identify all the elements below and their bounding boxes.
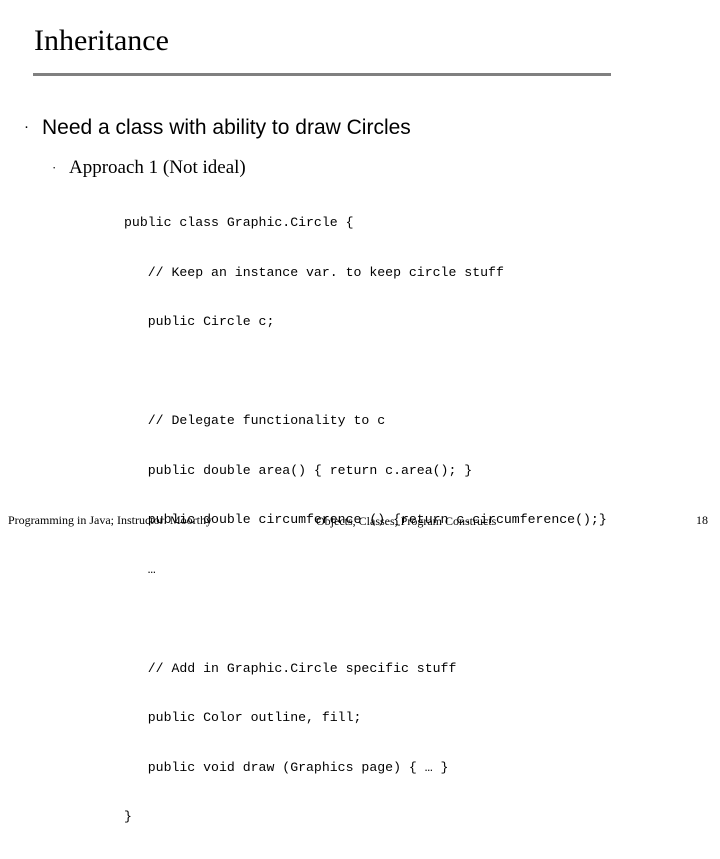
code-line: public Circle c; xyxy=(124,314,275,329)
code-line: } xyxy=(124,809,132,824)
code-line: public Color outline, fill; xyxy=(124,710,362,725)
code-line: public void draw (Graphics page) { … } xyxy=(124,759,449,775)
footer-center-text: Objects, Classes, Program Constructs xyxy=(316,514,497,528)
slide-canvas: Inheritance · Need a class with ability … xyxy=(0,0,720,824)
bullet-marker-icon: · xyxy=(52,160,57,175)
code-line: // Delegate functionality to c xyxy=(124,413,386,428)
slide-number: 18 xyxy=(696,513,708,527)
bullet-level2: · Approach 1 (Not ideal) xyxy=(52,155,682,181)
bullet-level1-label: Need a class with ability to draw Circle… xyxy=(42,116,411,139)
footer-left-text: Programming in Java; Instructor: Moorthy xyxy=(8,513,212,527)
code-line: public double area() { return c.area(); … xyxy=(124,462,473,478)
code-line: // Keep an instance var. to keep circle … xyxy=(124,264,504,280)
bullet-marker-icon: · xyxy=(24,120,29,136)
code-line: … xyxy=(124,561,156,577)
code-line: // Add in Graphic.Circle specific stuff xyxy=(124,660,457,676)
bullet-level1: · Need a class with ability to draw Circ… xyxy=(24,113,684,143)
bullet-level2-label: Approach 1 (Not ideal) xyxy=(69,157,246,178)
page-title: Inheritance xyxy=(34,24,169,57)
code-line: public class Graphic.Circle { xyxy=(124,215,354,230)
title-divider xyxy=(33,73,611,76)
